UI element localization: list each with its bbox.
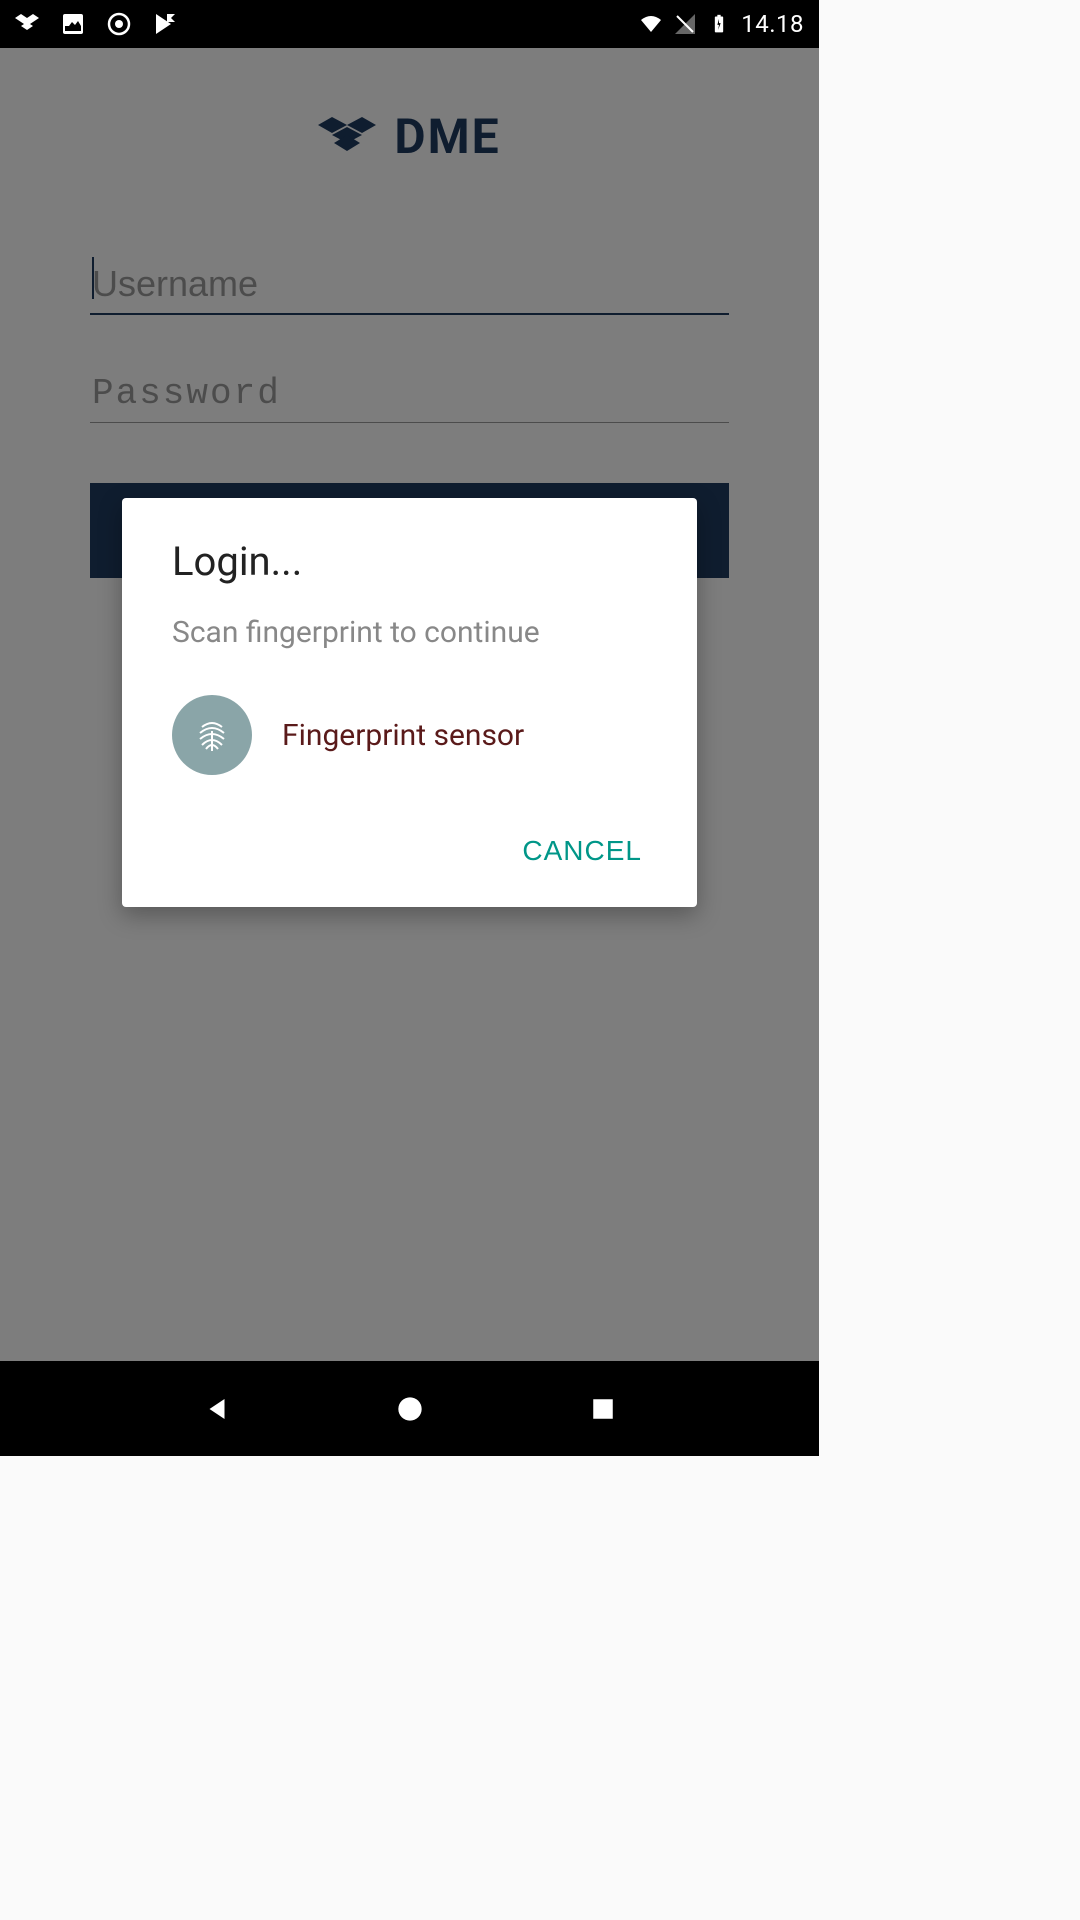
play-check-icon <box>153 12 177 36</box>
status-bar: 14.18 <box>0 0 819 48</box>
status-time: 14.18 <box>741 10 804 38</box>
signal-icon <box>673 12 697 36</box>
fingerprint-dialog: Login... Scan fingerprint to continue Fi… <box>122 498 697 907</box>
fingerprint-sensor-row: Fingerprint sensor <box>172 695 647 775</box>
status-right-icons: 14.18 <box>639 10 804 38</box>
cancel-button[interactable]: CANCEL <box>517 825 647 877</box>
status-left-icons <box>15 12 177 36</box>
home-button[interactable] <box>390 1389 430 1429</box>
app-icon-1 <box>15 12 39 36</box>
battery-icon <box>707 12 731 36</box>
gallery-icon <box>61 12 85 36</box>
sensor-label: Fingerprint sensor <box>282 718 524 753</box>
dialog-subtitle: Scan fingerprint to continue <box>172 615 647 650</box>
modal-overlay: Login... Scan fingerprint to continue Fi… <box>0 48 819 1361</box>
circle-icon <box>107 12 131 36</box>
back-button[interactable] <box>197 1389 237 1429</box>
wifi-icon <box>639 12 663 36</box>
fingerprint-icon <box>172 695 252 775</box>
dialog-actions: CANCEL <box>172 825 647 877</box>
navigation-bar <box>0 1361 819 1456</box>
dialog-title: Login... <box>172 538 647 585</box>
recent-apps-button[interactable] <box>583 1389 623 1429</box>
